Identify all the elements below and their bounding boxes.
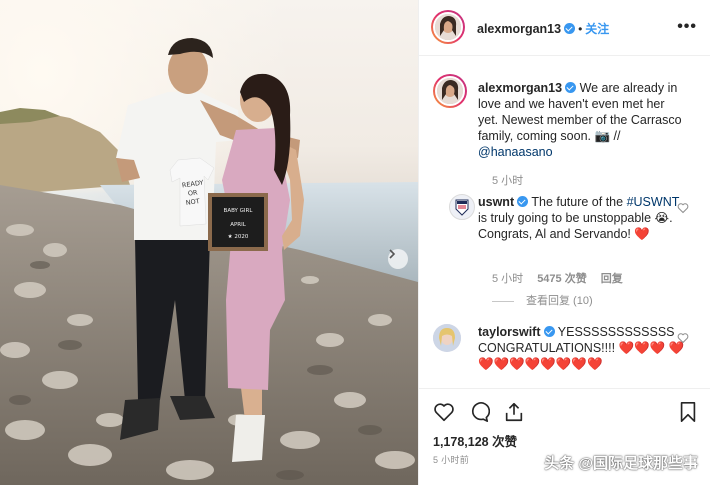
- svg-text:★ 2020: ★ 2020: [228, 234, 249, 240]
- next-photo-button[interactable]: [388, 249, 408, 269]
- avatar-portrait: [435, 14, 461, 40]
- author-username[interactable]: alexmorgan13: [477, 22, 561, 36]
- verified-icon: [543, 326, 555, 337]
- reply-button[interactable]: 回复: [601, 273, 623, 285]
- photo-scene: READY OR NOT BABY GIRL APRIL ★ 2020: [0, 0, 418, 485]
- watermark: 头条 @国际足球那些事: [544, 455, 698, 472]
- comment-item: taylorswift YESSSSSSSSSSSS CONGRATULATIO…: [433, 322, 703, 382]
- commenter-avatar[interactable]: [433, 324, 461, 352]
- verified-icon: [517, 196, 529, 207]
- hashtag-link[interactable]: #USWNT: [627, 195, 680, 209]
- verified-icon: [564, 23, 576, 34]
- caption-username[interactable]: alexmorgan13: [478, 81, 562, 95]
- post-like-count[interactable]: 1,178,128 次赞: [433, 431, 517, 450]
- separator-dot: •: [578, 22, 583, 36]
- comment-likes[interactable]: 5475 次赞: [537, 273, 587, 285]
- svg-text:OR: OR: [187, 188, 198, 197]
- like-comment-heart-icon[interactable]: [677, 202, 689, 214]
- post-header: alexmorgan13 • 关注 •••: [419, 0, 710, 56]
- svg-text:APRIL: APRIL: [230, 222, 247, 228]
- bookmark-icon[interactable]: [677, 401, 699, 423]
- verified-icon: [565, 82, 577, 93]
- caption-avatar[interactable]: [433, 74, 467, 108]
- uswnt-crest-icon: [455, 199, 469, 216]
- avatar-portrait: [433, 324, 461, 352]
- avatar-portrait: [437, 78, 463, 104]
- follow-button[interactable]: 关注: [585, 22, 609, 36]
- comment-item: uswnt The future of the #USWNT is truly …: [433, 192, 703, 312]
- comment-bubble-icon[interactable]: [468, 401, 490, 423]
- comment-text: is truly going to be unstoppable 😭. Cong…: [478, 211, 673, 241]
- comment-username[interactable]: taylorswift: [478, 325, 541, 339]
- caption-text-block: alexmorgan13 We are already in love and …: [478, 80, 688, 160]
- like-heart-icon[interactable]: [433, 401, 455, 423]
- comment-time: 5 小时: [492, 273, 524, 285]
- chevron-right-icon: [389, 249, 396, 259]
- mention-link[interactable]: @hanaasano: [478, 145, 553, 159]
- view-replies[interactable]: 查看回复 (10): [492, 292, 593, 308]
- view-replies-label: 查看回复 (10): [526, 295, 593, 307]
- like-comment-heart-icon[interactable]: [677, 332, 689, 344]
- share-icon[interactable]: [503, 401, 525, 423]
- more-options-icon[interactable]: •••: [677, 18, 697, 36]
- comment-meta: 5 小时 5475 次赞 回复: [492, 270, 623, 286]
- replies-divider: [492, 300, 514, 302]
- comment-text-block: taylorswift YESSSSSSSSSSSS CONGRATULATIO…: [478, 324, 688, 372]
- commenter-avatar[interactable]: [449, 194, 475, 220]
- caption: alexmorgan13 We are already in love and …: [433, 72, 703, 187]
- post-detail-panel: alexmorgan13 • 关注 ••• alexmorgan13 We are …: [418, 0, 710, 485]
- post-time: 5 小时前: [433, 455, 470, 465]
- comment-text: The future of the: [531, 195, 624, 209]
- header-user-line: alexmorgan13 • 关注: [477, 20, 609, 38]
- svg-text:BABY GIRL: BABY GIRL: [224, 208, 254, 214]
- comment-text-block: uswnt The future of the #USWNT is truly …: [478, 194, 688, 242]
- author-avatar[interactable]: [431, 10, 465, 44]
- caption-time: 5 小时: [492, 175, 524, 187]
- post-photo[interactable]: READY OR NOT BABY GIRL APRIL ★ 2020: [0, 0, 418, 485]
- comment-username[interactable]: uswnt: [478, 195, 514, 209]
